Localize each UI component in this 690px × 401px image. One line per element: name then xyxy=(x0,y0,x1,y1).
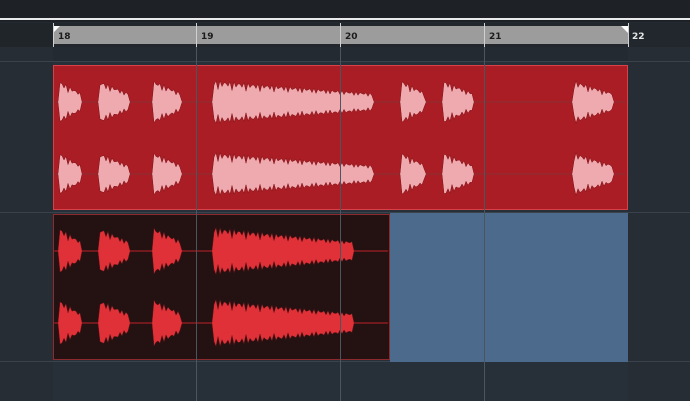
ruler-tick-19 xyxy=(196,23,197,47)
ruler-left-cap xyxy=(0,23,53,47)
bar-number-18: 18 xyxy=(58,32,71,42)
bar-gridline-20 xyxy=(340,47,341,401)
top-divider-line xyxy=(0,18,690,20)
ruler-tick-21 xyxy=(484,23,485,47)
ruler-tick-20 xyxy=(340,23,341,47)
waveform-channel-left xyxy=(54,226,389,276)
waveform-channel-right xyxy=(54,298,389,348)
arrangement-left-margin xyxy=(0,47,53,401)
arrangement-right-margin xyxy=(628,47,690,401)
bar-number-20: 20 xyxy=(345,32,358,42)
bar-number-22: 22 xyxy=(632,32,645,42)
range-selection[interactable] xyxy=(390,213,628,362)
waveform-clip-2 xyxy=(54,226,389,348)
right-locator-icon[interactable] xyxy=(621,26,628,33)
ruler-tick-22 xyxy=(628,23,629,47)
lane-separator xyxy=(0,61,690,62)
bar-gridline-21 xyxy=(484,47,485,401)
bar-gridline-19 xyxy=(196,47,197,401)
timeline-ruler[interactable]: 18 19 20 21 22 xyxy=(0,23,690,47)
bar-number-21: 21 xyxy=(489,32,502,42)
ruler-tick-18 xyxy=(53,23,54,47)
bar-number-19: 19 xyxy=(201,32,214,42)
arrangement-area[interactable] xyxy=(0,47,690,401)
